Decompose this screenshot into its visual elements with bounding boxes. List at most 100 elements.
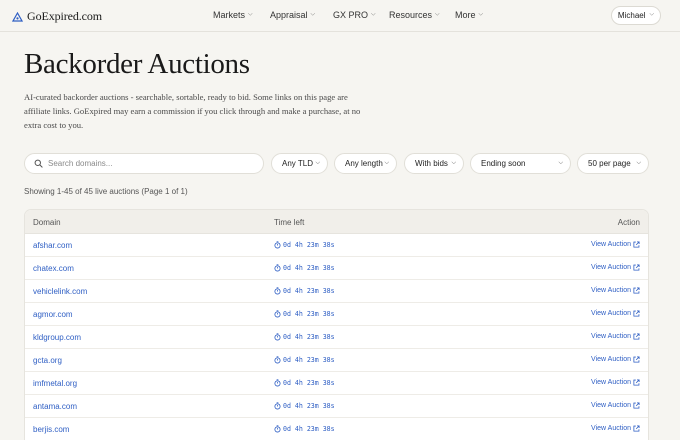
domain-link[interactable]: kldgroup.com xyxy=(33,333,81,342)
time-left-value: 0d 4h 23m 38s xyxy=(283,310,335,318)
user-menu-button[interactable]: Michael ⌵ xyxy=(611,6,661,25)
per-page-select-value: 50 per page xyxy=(588,159,631,168)
nav-gx-pro[interactable]: GX PRO ⌵ xyxy=(333,10,376,20)
bids-select[interactable]: With bids ⌵ xyxy=(404,153,464,174)
table-row: gcta.org 0d 4h 23m 38s View Auction xyxy=(25,349,648,372)
table-row: imfmetal.org 0d 4h 23m 38s View Auction xyxy=(25,372,648,395)
length-select-value: Any length xyxy=(345,159,383,168)
nav-label: Markets xyxy=(213,10,246,20)
nav-label: More xyxy=(455,10,476,20)
time-left: 0d 4h 23m 38s xyxy=(274,264,335,272)
domain-link[interactable]: antama.com xyxy=(33,402,77,411)
external-link-icon xyxy=(633,333,640,340)
external-link-icon xyxy=(633,356,640,363)
external-link-icon xyxy=(633,425,640,432)
view-auction-link[interactable]: View Auction xyxy=(591,425,640,432)
domain-link[interactable]: vehiclelink.com xyxy=(33,287,87,296)
time-left: 0d 4h 23m 38s xyxy=(274,310,335,318)
time-left: 0d 4h 23m 38s xyxy=(274,402,335,410)
domain-link[interactable]: gcta.org xyxy=(33,356,62,365)
view-auction-link[interactable]: View Auction xyxy=(591,356,640,363)
sort-select-value: Ending soon xyxy=(481,159,526,168)
nav-label: Appraisal xyxy=(270,10,308,20)
stopwatch-icon xyxy=(274,379,281,387)
nav-appraisal[interactable]: Appraisal ⌵ xyxy=(270,10,315,20)
external-link-icon xyxy=(633,402,640,409)
external-link-icon xyxy=(633,379,640,386)
column-header-domain[interactable]: Domain xyxy=(33,218,61,227)
chevron-down-icon: ⌵ xyxy=(558,160,563,166)
table-body: afshar.com 0d 4h 23m 38s View Auction chate… xyxy=(25,234,648,440)
search-icon xyxy=(34,159,43,168)
brand-logo[interactable]: GoExpired.com xyxy=(12,9,102,24)
external-link-icon xyxy=(633,287,640,294)
brand-name: GoExpired.com xyxy=(27,9,103,23)
domain-link[interactable]: agmor.com xyxy=(33,310,73,319)
nav-markets[interactable]: Markets ⌵ xyxy=(213,10,253,20)
column-header-time-left[interactable]: Time left xyxy=(274,218,304,227)
domain-link[interactable]: chatex.com xyxy=(33,264,74,273)
view-auction-link[interactable]: View Auction xyxy=(591,379,640,386)
view-auction-label: View Auction xyxy=(591,379,631,386)
view-auction-label: View Auction xyxy=(591,241,631,248)
search-input[interactable] xyxy=(48,159,248,168)
logo-triangle-icon xyxy=(12,11,23,22)
view-auction-label: View Auction xyxy=(591,356,631,363)
stopwatch-icon xyxy=(274,333,281,341)
view-auction-link[interactable]: View Auction xyxy=(591,310,640,317)
table-row: vehiclelink.com 0d 4h 23m 38s View Auction xyxy=(25,280,648,303)
bids-select-value: With bids xyxy=(415,159,448,168)
time-left: 0d 4h 23m 38s xyxy=(274,333,335,341)
chevron-down-icon: ⌵ xyxy=(384,160,389,166)
nav-resources[interactable]: Resources ⌵ xyxy=(389,10,440,20)
stopwatch-icon xyxy=(274,264,281,272)
top-navigation-bar: GoExpired.com Markets ⌵ Appraisal ⌵ GX PRO… xyxy=(0,0,680,32)
domain-link[interactable]: imfmetal.org xyxy=(33,379,77,388)
time-left: 0d 4h 23m 38s xyxy=(274,287,335,295)
table-header: Domain Time left Action xyxy=(25,210,648,234)
view-auction-link[interactable]: View Auction xyxy=(591,402,640,409)
time-left-value: 0d 4h 23m 38s xyxy=(283,241,335,249)
chevron-down-icon: ⌵ xyxy=(451,160,456,166)
auctions-table: Domain Time left Action afshar.com 0d 4h … xyxy=(24,209,649,440)
chevron-down-icon: ⌵ xyxy=(315,160,320,166)
time-left: 0d 4h 23m 38s xyxy=(274,425,335,433)
stopwatch-icon xyxy=(274,425,281,433)
per-page-select[interactable]: 50 per page ⌵ xyxy=(577,153,649,174)
tld-select[interactable]: Any TLD ⌵ xyxy=(271,153,328,174)
view-auction-link[interactable]: View Auction xyxy=(591,264,640,271)
tld-select-value: Any TLD xyxy=(282,159,313,168)
view-auction-label: View Auction xyxy=(591,264,631,271)
length-select[interactable]: Any length ⌵ xyxy=(334,153,397,174)
time-left-value: 0d 4h 23m 38s xyxy=(283,264,335,272)
view-auction-label: View Auction xyxy=(591,310,631,317)
table-row: antama.com 0d 4h 23m 38s View Auction xyxy=(25,395,648,418)
view-auction-link[interactable]: View Auction xyxy=(591,333,640,340)
domain-link[interactable]: afshar.com xyxy=(33,241,72,250)
view-auction-label: View Auction xyxy=(591,425,631,432)
stopwatch-icon xyxy=(274,356,281,364)
table-row: afshar.com 0d 4h 23m 38s View Auction xyxy=(25,234,648,257)
time-left-value: 0d 4h 23m 38s xyxy=(283,356,335,364)
time-left: 0d 4h 23m 38s xyxy=(274,379,335,387)
time-left-value: 0d 4h 23m 38s xyxy=(283,402,335,410)
view-auction-label: View Auction xyxy=(591,333,631,340)
domain-link[interactable]: berjis.com xyxy=(33,425,69,434)
time-left-value: 0d 4h 23m 38s xyxy=(283,287,335,295)
chevron-down-icon: ⌵ xyxy=(649,11,655,18)
view-auction-link[interactable]: View Auction xyxy=(591,241,640,248)
search-box[interactable] xyxy=(24,153,264,174)
sort-select[interactable]: Ending soon ⌵ xyxy=(470,153,571,174)
stopwatch-icon xyxy=(274,310,281,318)
time-left-value: 0d 4h 23m 38s xyxy=(283,379,335,387)
nav-more[interactable]: More ⌵ xyxy=(455,10,483,20)
table-row: agmor.com 0d 4h 23m 38s View Auction xyxy=(25,303,648,326)
external-link-icon xyxy=(633,264,640,271)
table-row: kldgroup.com 0d 4h 23m 38s View Auction xyxy=(25,326,648,349)
external-link-icon xyxy=(633,241,640,248)
time-left: 0d 4h 23m 38s xyxy=(274,241,335,249)
view-auction-link[interactable]: View Auction xyxy=(591,287,640,294)
page-intro: AI-curated backorder auctions - searchab… xyxy=(24,92,361,130)
view-auction-label: View Auction xyxy=(591,287,631,294)
column-header-action: Action xyxy=(617,218,640,227)
